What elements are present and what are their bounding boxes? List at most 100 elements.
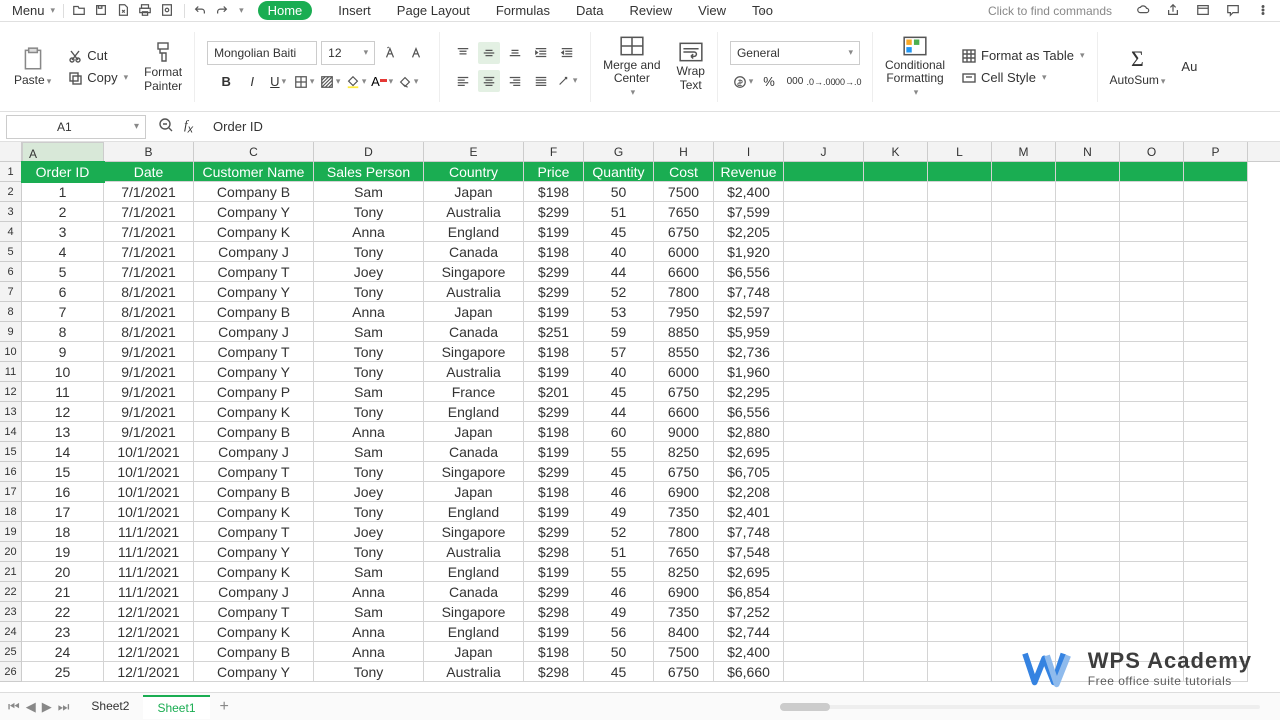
comment-icon[interactable] — [1226, 3, 1242, 19]
cell[interactable] — [1184, 242, 1248, 262]
cell[interactable]: Singapore — [424, 342, 524, 362]
cell[interactable]: 6000 — [654, 362, 714, 382]
cell[interactable]: 3 — [22, 222, 104, 242]
conditional-formatting-button[interactable]: Conditional Formatting▾ — [877, 27, 953, 107]
cell[interactable]: 9/1/2021 — [104, 402, 194, 422]
cell[interactable] — [784, 622, 864, 642]
cell[interactable]: Company B — [194, 422, 314, 442]
cell[interactable] — [1184, 642, 1248, 662]
cell[interactable] — [1184, 582, 1248, 602]
zoom-out-icon[interactable] — [158, 117, 174, 136]
cell[interactable]: 55 — [584, 562, 654, 582]
copy-button[interactable]: Copy▾ — [67, 70, 128, 86]
cell[interactable]: $2,205 — [714, 222, 784, 242]
cell[interactable] — [864, 222, 928, 242]
cell[interactable] — [784, 262, 864, 282]
cell[interactable] — [992, 622, 1056, 642]
cell[interactable]: 8850 — [654, 322, 714, 342]
cell[interactable] — [1184, 362, 1248, 382]
orientation-icon[interactable]: ▾ — [556, 70, 578, 92]
cell[interactable]: Company Y — [194, 362, 314, 382]
cell[interactable]: $2,736 — [714, 342, 784, 362]
number-format-select[interactable]: General▾ — [730, 41, 860, 65]
cell[interactable]: Sales Person — [314, 162, 424, 182]
cell[interactable] — [992, 202, 1056, 222]
cell[interactable]: $199 — [524, 502, 584, 522]
row-header[interactable]: 8 — [0, 302, 22, 322]
cell[interactable] — [864, 342, 928, 362]
cell[interactable]: Canada — [424, 582, 524, 602]
cell[interactable] — [1120, 222, 1184, 242]
cell[interactable] — [1056, 382, 1120, 402]
formula-input[interactable]: Order ID — [205, 119, 1280, 134]
cell[interactable]: 11/1/2021 — [104, 542, 194, 562]
cell[interactable] — [784, 182, 864, 202]
cell[interactable] — [1120, 582, 1184, 602]
cell[interactable] — [1120, 182, 1184, 202]
tab-review[interactable]: Review — [629, 3, 672, 18]
cell[interactable] — [1120, 302, 1184, 322]
align-middle-icon[interactable] — [478, 42, 500, 64]
cell[interactable] — [928, 362, 992, 382]
cell[interactable] — [1056, 422, 1120, 442]
cell[interactable]: Price — [524, 162, 584, 182]
cell[interactable]: $7,252 — [714, 602, 784, 622]
cell[interactable] — [1184, 622, 1248, 642]
cell[interactable] — [992, 582, 1056, 602]
cell[interactable] — [1056, 182, 1120, 202]
cell[interactable] — [1120, 262, 1184, 282]
cell[interactable] — [928, 222, 992, 242]
currency-icon[interactable]: ▾ — [732, 71, 754, 93]
row-header[interactable]: 10 — [0, 342, 22, 362]
row-header[interactable]: 23 — [0, 602, 22, 622]
cell[interactable] — [992, 162, 1056, 182]
cell[interactable] — [1120, 202, 1184, 222]
cell[interactable]: 57 — [584, 342, 654, 362]
cell[interactable]: England — [424, 402, 524, 422]
cell[interactable]: 24 — [22, 642, 104, 662]
cell[interactable] — [784, 302, 864, 322]
cell[interactable]: Company T — [194, 522, 314, 542]
cell[interactable]: 19 — [22, 542, 104, 562]
cell[interactable] — [928, 182, 992, 202]
cell[interactable]: $7,599 — [714, 202, 784, 222]
cell[interactable] — [784, 242, 864, 262]
cell[interactable] — [1184, 422, 1248, 442]
tab-insert[interactable]: Insert — [338, 3, 371, 18]
undo-icon[interactable] — [193, 3, 209, 19]
row-header[interactable]: 22 — [0, 582, 22, 602]
row-header[interactable]: 1 — [0, 162, 22, 182]
cell[interactable]: 7800 — [654, 522, 714, 542]
cell[interactable]: Canada — [424, 242, 524, 262]
cell[interactable]: 9/1/2021 — [104, 362, 194, 382]
cell[interactable]: $2,695 — [714, 562, 784, 582]
row-header[interactable]: 6 — [0, 262, 22, 282]
first-sheet-icon[interactable]: ⏮ — [8, 699, 20, 715]
cell[interactable] — [992, 542, 1056, 562]
cell[interactable] — [992, 182, 1056, 202]
cell[interactable] — [784, 502, 864, 522]
cell[interactable]: 50 — [584, 642, 654, 662]
cell[interactable]: Company K — [194, 562, 314, 582]
cell[interactable] — [1120, 602, 1184, 622]
cell[interactable]: Australia — [424, 282, 524, 302]
cell[interactable]: $6,854 — [714, 582, 784, 602]
cell[interactable]: $299 — [524, 282, 584, 302]
cell[interactable] — [928, 342, 992, 362]
cell[interactable]: $199 — [524, 302, 584, 322]
fill-color-button[interactable]: ▾ — [345, 71, 367, 93]
cell[interactable]: Sam — [314, 442, 424, 462]
cell[interactable] — [1120, 622, 1184, 642]
cell[interactable]: 46 — [584, 482, 654, 502]
cell[interactable] — [928, 282, 992, 302]
cell[interactable]: 8250 — [654, 562, 714, 582]
row-header[interactable]: 12 — [0, 382, 22, 402]
cell[interactable]: 9 — [22, 342, 104, 362]
cell[interactable]: Company Y — [194, 202, 314, 222]
cell[interactable] — [784, 662, 864, 682]
cell[interactable]: $299 — [524, 582, 584, 602]
cell[interactable]: 12 — [22, 402, 104, 422]
cell[interactable] — [928, 442, 992, 462]
cell[interactable]: Australia — [424, 362, 524, 382]
cell[interactable] — [1184, 542, 1248, 562]
